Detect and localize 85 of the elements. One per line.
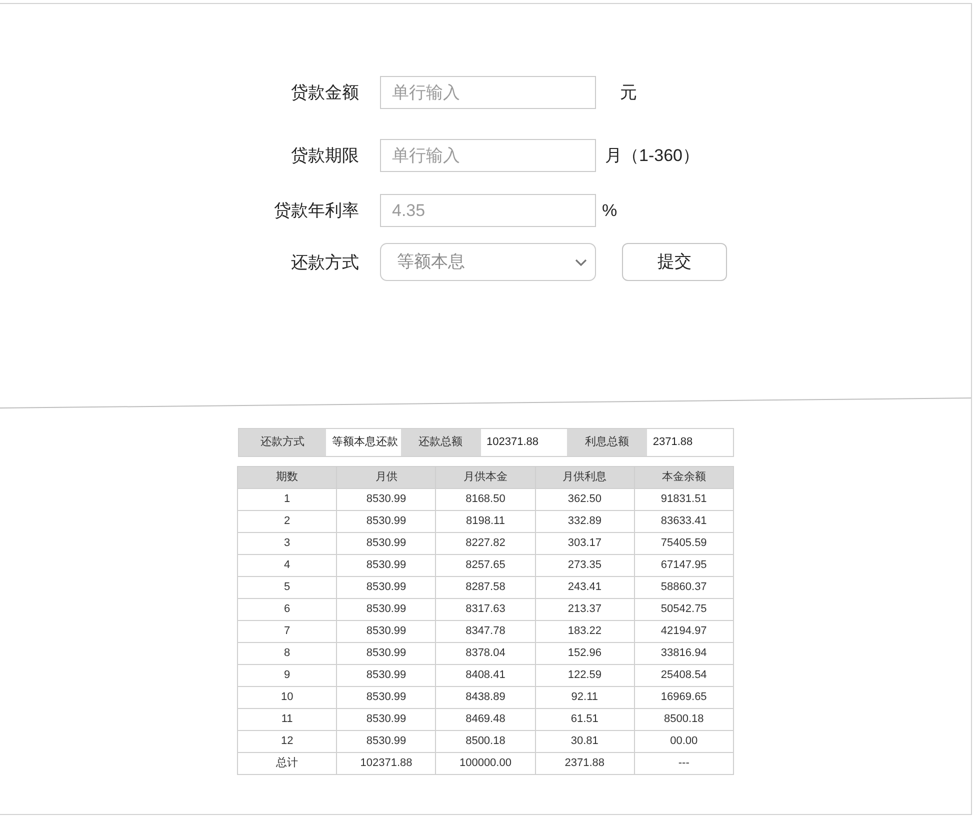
- table-cell: 9: [238, 664, 337, 686]
- table-cell: 8530.99: [336, 730, 436, 752]
- table-cell: 12: [238, 730, 337, 752]
- table-cell: 8530.99: [336, 488, 436, 510]
- table-cell: 102371.88: [336, 752, 436, 774]
- table-cell: 8530.99: [336, 642, 436, 664]
- table-cell: 4: [238, 554, 337, 576]
- column-header: 月供本金: [436, 466, 536, 488]
- table-cell: 33816.94: [634, 642, 734, 664]
- table-cell: 273.35: [535, 554, 634, 576]
- table-cell: 11: [238, 708, 337, 730]
- column-header: 本金余额: [634, 466, 734, 488]
- table-cell: 8530.99: [336, 620, 436, 642]
- table-cell: 8227.82: [436, 532, 536, 554]
- table-cell: 8287.58: [436, 576, 536, 598]
- table-cell: 8530.99: [336, 598, 436, 620]
- table-cell: ---: [634, 752, 734, 774]
- table-cell: 8378.04: [436, 642, 536, 664]
- table-cell: 8530.99: [336, 664, 436, 686]
- table-cell: 8: [238, 642, 337, 664]
- table-cell: 362.50: [535, 488, 634, 510]
- table-cell: 7: [238, 620, 337, 642]
- table-cell: 67147.95: [634, 554, 734, 576]
- table-cell: 25408.54: [634, 664, 734, 686]
- table-cell: 6: [238, 598, 337, 620]
- submit-button[interactable]: 提交: [622, 243, 727, 281]
- table-cell: 8500.18: [634, 708, 734, 730]
- field-label: 贷款期限: [290, 147, 359, 164]
- table-cell: 8168.50: [436, 488, 536, 510]
- table-cell: 10: [238, 686, 337, 708]
- table-cell: 42194.97: [634, 620, 734, 642]
- chevron-down-icon: [575, 258, 587, 266]
- table-cell: 8530.99: [336, 554, 436, 576]
- table-cell: 332.89: [535, 510, 634, 532]
- table-cell: 83633.41: [634, 510, 734, 532]
- table-cell: 2371.88: [535, 752, 634, 774]
- unit-label: 元: [620, 82, 637, 104]
- table-cell: 58860.37: [634, 576, 734, 598]
- table-cell: 00.00: [634, 730, 734, 752]
- table-cell: 8347.78: [436, 620, 536, 642]
- table-cell: 243.41: [535, 576, 634, 598]
- table-cell: 16969.65: [634, 686, 734, 708]
- unit-label: 月（1-360）: [605, 144, 700, 167]
- table-cell: 61.51: [535, 708, 634, 730]
- table-cell: 8198.11: [436, 510, 536, 532]
- table-cell: 8530.99: [336, 510, 436, 532]
- table-cell: 8500.18: [436, 730, 536, 752]
- table-cell: 8530.99: [336, 532, 436, 554]
- input-field[interactable]: 单行输入: [380, 76, 596, 109]
- table-cell: 92.11: [535, 686, 634, 708]
- table-cell: 213.37: [535, 598, 634, 620]
- input-field[interactable]: 单行输入: [380, 139, 596, 172]
- table-cell: 50542.75: [634, 598, 734, 620]
- column-header: 月供: [336, 466, 436, 488]
- column-header: 月供利息: [535, 466, 634, 488]
- table-cell: 8438.89: [436, 686, 536, 708]
- field-label: 还款方式: [290, 254, 359, 270]
- table-cell: 总计: [238, 752, 337, 774]
- field-label: 贷款金额: [290, 84, 359, 101]
- input-field[interactable]: 4.35: [380, 194, 596, 227]
- table-cell: 75405.59: [634, 532, 734, 554]
- summary-label: 还款总额: [400, 429, 481, 456]
- table-cell: 122.59: [535, 664, 634, 686]
- summary-label: 利息总额: [567, 429, 647, 456]
- table-cell: 91831.51: [634, 488, 734, 510]
- table-cell: 8257.65: [436, 554, 536, 576]
- table-cell: 303.17: [535, 532, 634, 554]
- table-cell: 30.81: [535, 730, 634, 752]
- table-cell: 8530.99: [336, 576, 436, 598]
- table-cell: 1: [238, 488, 337, 510]
- table-cell: 2: [238, 510, 337, 532]
- table-cell: 152.96: [535, 642, 634, 664]
- table-cell: 8408.41: [436, 664, 536, 686]
- field-label: 贷款年利率: [273, 202, 359, 219]
- table-cell: 8530.99: [336, 708, 436, 730]
- table-cell: 5: [238, 576, 337, 598]
- table-cell: 8530.99: [336, 686, 436, 708]
- table-cell: 8469.48: [436, 708, 536, 730]
- column-header: 期数: [238, 466, 337, 488]
- unit-label: %: [602, 200, 618, 222]
- table-cell: 100000.00: [436, 752, 536, 774]
- summary-label: 还款方式: [238, 429, 326, 456]
- table-cell: 183.22: [535, 620, 634, 642]
- table-cell: 3: [238, 532, 337, 554]
- table-cell: 8317.63: [436, 598, 536, 620]
